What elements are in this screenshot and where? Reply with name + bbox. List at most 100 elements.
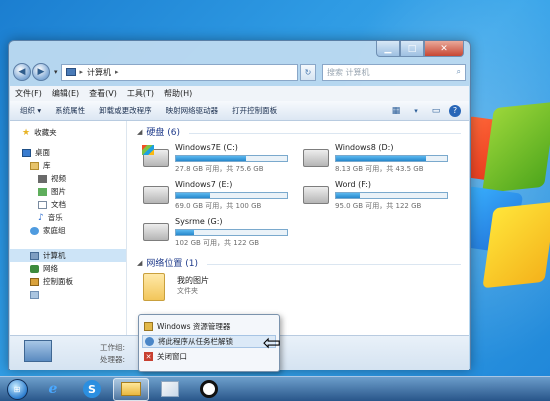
nav-favorites[interactable]: ★ 收藏夹 (10, 126, 126, 139)
drive-g[interactable]: Sysrme (G:) 102 GB 可用，共 122 GB (139, 215, 289, 251)
menu-view[interactable]: 查看(V) (89, 88, 117, 99)
document-icon (38, 200, 47, 209)
panda-icon (200, 380, 218, 398)
music-icon: ♪ (38, 212, 44, 223)
nav-videos[interactable]: 视频 (10, 172, 126, 185)
paint-icon (161, 381, 179, 397)
drive-e[interactable]: Windows7 (E:) 69.0 GB 可用，共 100 GB (139, 178, 289, 214)
search-input[interactable]: 搜索 计算机 ⌕ (322, 63, 466, 81)
history-dropdown-icon[interactable]: ▾ (54, 68, 58, 76)
explorer-icon (144, 322, 153, 331)
nav-pictures[interactable]: 图片 (10, 185, 126, 198)
star-icon: ★ (22, 127, 31, 138)
network-folder-my-pictures[interactable]: 我的图片 文件夹 (141, 271, 291, 307)
nav-control-panel[interactable]: 控制面板 (10, 275, 126, 288)
nav-network[interactable]: 网络 (10, 262, 126, 275)
processor-label: 处理器: (100, 355, 126, 364)
nav-documents[interactable]: 文档 (10, 198, 126, 211)
drive-usage-fill (176, 156, 246, 161)
folder-icon (143, 273, 165, 301)
help-icon[interactable]: ? (449, 104, 461, 117)
drive-usage-bar (175, 229, 288, 236)
chevron-down-icon[interactable]: ▾ (409, 104, 423, 118)
taskbar-ie-button[interactable]: e (35, 378, 71, 401)
menu-tools[interactable]: 工具(T) (127, 88, 154, 99)
divider (189, 133, 461, 134)
nav-computer[interactable]: 计算机 (10, 249, 126, 262)
nav-homegroup[interactable]: 家庭组 (10, 224, 126, 237)
command-bar: 组织 ▾ 系统属性 卸载或更改程序 映射网络驱动器 打开控制面板 ▦ ▾ ▭ ? (10, 101, 469, 121)
drive-usage-fill (336, 156, 426, 161)
close-button[interactable]: ✕ (424, 41, 464, 57)
nav-library[interactable]: 库 (10, 159, 126, 172)
open-control-panel-button[interactable]: 打开控制面板 (232, 105, 277, 116)
minimize-button[interactable]: ▁ (376, 41, 400, 57)
search-placeholder: 搜索 计算机 (327, 67, 370, 77)
library-icon (30, 161, 39, 170)
menu-edit[interactable]: 编辑(E) (52, 88, 79, 99)
close-icon: ✕ (144, 352, 153, 361)
nav-recycle-bin[interactable] (10, 288, 126, 301)
computer-icon (30, 251, 39, 260)
drive-usage-fill (336, 193, 361, 198)
organize-button[interactable]: 组织 ▾ (20, 105, 41, 116)
drive-icon (143, 223, 169, 241)
system-drive-icon (142, 145, 169, 167)
chevron-right-icon[interactable]: ▸ (80, 68, 84, 76)
system-properties-button[interactable]: 系统属性 (55, 105, 85, 116)
nav-desktop[interactable]: 桌面 (10, 146, 126, 159)
view-options-icon[interactable]: ▦ (389, 104, 403, 118)
drive-usage-bar (175, 192, 288, 199)
start-button[interactable]: ⊞ (2, 378, 32, 400)
taskbar: ⊞ e S (0, 376, 550, 401)
navigation-bar: ◀ ▶ ▾ ▸ 计算机 ▸ ↻ 搜索 计算机 ⌕ (13, 61, 466, 83)
menu-file[interactable]: 文件(F) (15, 88, 42, 99)
recycle-bin-icon (30, 290, 39, 299)
drive-icon (303, 149, 329, 167)
internet-explorer-icon: e (48, 381, 58, 397)
desktop-icon (22, 148, 31, 157)
menu-help[interactable]: 帮助(H) (164, 88, 192, 99)
chevron-right-icon[interactable]: ▸ (115, 68, 119, 76)
computer-large-icon (24, 340, 52, 362)
taskbar-panda-button[interactable] (191, 378, 227, 401)
maximize-button[interactable]: □ (400, 41, 424, 57)
control-panel-icon (30, 277, 39, 286)
window-caption-buttons: ▁ □ ✕ (376, 41, 464, 57)
forward-button[interactable]: ▶ (32, 63, 50, 81)
windows-logo-icon: ⊞ (6, 378, 28, 400)
taskbar-explorer-button[interactable] (113, 377, 149, 401)
hard-disks-header[interactable]: ◢ 硬盘 (6) (137, 125, 180, 139)
taskbar-s-app-button[interactable]: S (74, 378, 110, 401)
windows-logo-wallpaper (458, 95, 550, 345)
drive-icon (303, 186, 329, 204)
drive-usage-bar (335, 155, 448, 162)
jump-item-unpin[interactable]: 将此程序从任务栏解锁 (142, 335, 276, 348)
back-button[interactable]: ◀ (13, 63, 31, 81)
taskbar-paint-button[interactable] (152, 378, 188, 401)
folder-icon (121, 382, 141, 396)
jump-item-close-window[interactable]: ✕ 关闭窗口 (139, 350, 279, 363)
drive-d[interactable]: Windows8 (D:) 8.13 GB 可用，共 43.5 GB (299, 141, 449, 177)
drive-usage-fill (176, 230, 194, 235)
collapse-icon[interactable]: ◢ (137, 259, 142, 267)
address-computer[interactable]: 计算机 (87, 67, 111, 78)
divider (207, 264, 461, 265)
search-icon: ⌕ (456, 67, 461, 76)
drive-c[interactable]: Windows7E (C:) 27.8 GB 可用，共 75.6 GB (139, 141, 289, 177)
collapse-icon[interactable]: ◢ (137, 128, 142, 136)
network-location-header[interactable]: ◢ 网络位置 (1) (137, 256, 198, 270)
uninstall-program-button[interactable]: 卸载或更改程序 (99, 105, 152, 116)
drive-usage-bar (175, 155, 288, 162)
drive-icon (143, 186, 169, 204)
taskbar-jump-list: Windows 资源管理器 将此程序从任务栏解锁 ✕ 关闭窗口 ⇦ (138, 314, 281, 372)
refresh-button[interactable]: ↻ (300, 63, 316, 81)
map-network-drive-button[interactable]: 映射网络驱动器 (166, 105, 219, 116)
preview-pane-icon[interactable]: ▭ (429, 104, 443, 118)
nav-music[interactable]: ♪ 音乐 (10, 211, 126, 224)
drive-f[interactable]: Word (F:) 95.0 GB 可用，共 122 GB (299, 178, 449, 214)
workgroup-label: 工作组: (100, 343, 126, 352)
jump-item-explorer[interactable]: Windows 资源管理器 (139, 320, 279, 333)
navigation-pane: ★ 收藏夹 桌面 库 视频 图片 文档 ♪ 音乐 家庭组 计算机 网络 控制面板 (10, 121, 127, 335)
address-bar[interactable]: ▸ 计算机 ▸ (60, 63, 298, 81)
